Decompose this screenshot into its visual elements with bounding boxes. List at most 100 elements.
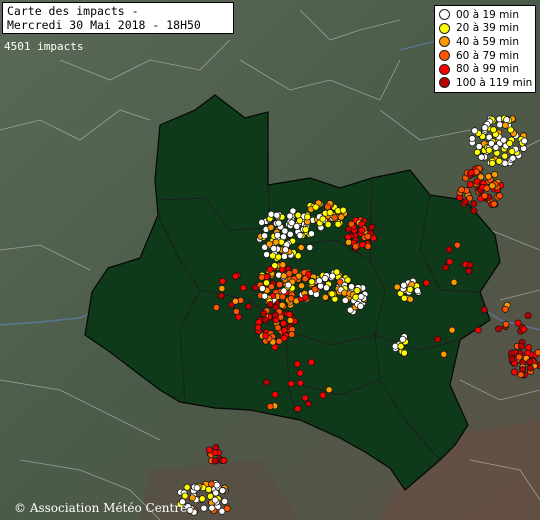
impact-dot bbox=[333, 268, 341, 276]
impact-dot bbox=[301, 394, 309, 402]
impact-dot bbox=[208, 504, 216, 512]
impact-dot bbox=[326, 209, 334, 217]
impact-dot bbox=[490, 126, 497, 134]
impact-dot bbox=[275, 253, 282, 261]
impact-dot bbox=[280, 252, 288, 260]
impact-dot bbox=[500, 136, 508, 144]
legend-label: 80 à 99 min bbox=[456, 63, 519, 76]
impact-dot bbox=[302, 294, 310, 302]
copyright-notice: © Association Météo Centre bbox=[14, 501, 188, 515]
impact-dot bbox=[352, 242, 360, 250]
impact-dot bbox=[485, 146, 493, 154]
legend-label: 20 à 39 min bbox=[456, 22, 519, 35]
impact-dot bbox=[321, 275, 329, 282]
impact-count: 4501 impacts bbox=[4, 40, 84, 53]
impact-dot bbox=[445, 245, 453, 253]
impact-dot bbox=[211, 496, 219, 504]
impact-dot bbox=[400, 281, 408, 289]
legend-dot-icon bbox=[439, 77, 450, 89]
impact-dot bbox=[183, 483, 191, 491]
legend-item: 100 à 119 min bbox=[439, 76, 533, 90]
impact-dot bbox=[485, 173, 492, 180]
impact-dot bbox=[275, 219, 283, 227]
impact-dot bbox=[353, 287, 361, 294]
impact-dot bbox=[358, 226, 366, 234]
legend-dot-icon bbox=[439, 22, 450, 34]
impact-dot bbox=[465, 267, 473, 275]
impact-dot bbox=[480, 306, 488, 314]
impact-dot bbox=[308, 230, 315, 238]
impact-dot bbox=[260, 310, 268, 318]
impact-dot bbox=[345, 238, 353, 246]
impact-dot bbox=[274, 324, 282, 332]
impact-dot bbox=[473, 177, 481, 185]
impact-dot bbox=[302, 226, 310, 233]
legend-label: 100 à 119 min bbox=[456, 76, 533, 89]
impact-dot bbox=[266, 300, 274, 308]
impact-dot bbox=[282, 246, 290, 254]
legend-item: 20 à 39 min bbox=[439, 22, 531, 36]
impact-dot bbox=[495, 325, 503, 333]
impact-dot bbox=[322, 284, 330, 292]
impact-dot bbox=[508, 355, 516, 363]
impact-dot bbox=[258, 273, 266, 281]
impact-dot bbox=[272, 311, 280, 319]
impact-dot bbox=[240, 284, 247, 292]
impact-dot bbox=[434, 335, 442, 343]
impact-dot bbox=[501, 121, 509, 129]
impact-dot bbox=[262, 332, 270, 340]
impact-dot bbox=[280, 326, 288, 334]
impact-dot bbox=[450, 278, 458, 286]
impact-dot bbox=[218, 285, 226, 292]
impact-dot bbox=[279, 293, 287, 301]
impact-dot bbox=[198, 495, 206, 503]
impact-dot bbox=[491, 171, 499, 178]
impact-dot bbox=[508, 147, 516, 155]
impact-dot bbox=[279, 261, 287, 269]
impact-dot bbox=[496, 192, 504, 200]
impact-dot bbox=[520, 137, 528, 145]
map-title: Carte des impacts - bbox=[7, 4, 139, 18]
impact-dot bbox=[517, 342, 525, 350]
impact-dot bbox=[188, 494, 196, 502]
impact-dot bbox=[458, 186, 465, 194]
impact-dot bbox=[200, 504, 208, 512]
impact-dot bbox=[446, 258, 454, 266]
impact-dot bbox=[181, 492, 189, 500]
impact-dot bbox=[368, 223, 376, 231]
impact-dot bbox=[205, 486, 213, 493]
impact-dot bbox=[400, 349, 408, 357]
impact-dot bbox=[509, 154, 517, 162]
impact-dot bbox=[526, 364, 534, 372]
impact-dot bbox=[470, 200, 478, 208]
impact-dot bbox=[348, 283, 355, 291]
impact-dot bbox=[495, 157, 503, 165]
impact-dot bbox=[288, 330, 296, 338]
impact-dot bbox=[293, 360, 301, 368]
impact-dot bbox=[341, 296, 349, 304]
impact-dot bbox=[467, 169, 475, 176]
impact-dot bbox=[336, 278, 344, 286]
impact-dot bbox=[232, 308, 240, 315]
impact-dot bbox=[364, 233, 372, 240]
impact-dot bbox=[285, 311, 293, 318]
impact-dot bbox=[267, 283, 275, 291]
impact-dot bbox=[466, 261, 474, 269]
impact-dot bbox=[414, 287, 421, 295]
impact-dot bbox=[193, 484, 201, 492]
impact-dot bbox=[232, 297, 239, 305]
impact-dot bbox=[357, 302, 365, 310]
impact-dot bbox=[265, 240, 273, 248]
legend-dot-icon bbox=[439, 63, 450, 75]
legend-label: 60 à 79 min bbox=[456, 49, 519, 62]
impact-dot bbox=[534, 349, 540, 357]
impact-dot bbox=[245, 303, 253, 310]
impact-dot bbox=[273, 211, 281, 219]
legend-dot-icon bbox=[439, 36, 450, 48]
impact-dot bbox=[492, 143, 500, 151]
legend-label: 00 à 19 min bbox=[456, 8, 519, 21]
impact-dot bbox=[284, 281, 292, 289]
impact-dot bbox=[468, 135, 476, 143]
impact-dot bbox=[347, 220, 355, 228]
impact-dot bbox=[511, 368, 518, 376]
